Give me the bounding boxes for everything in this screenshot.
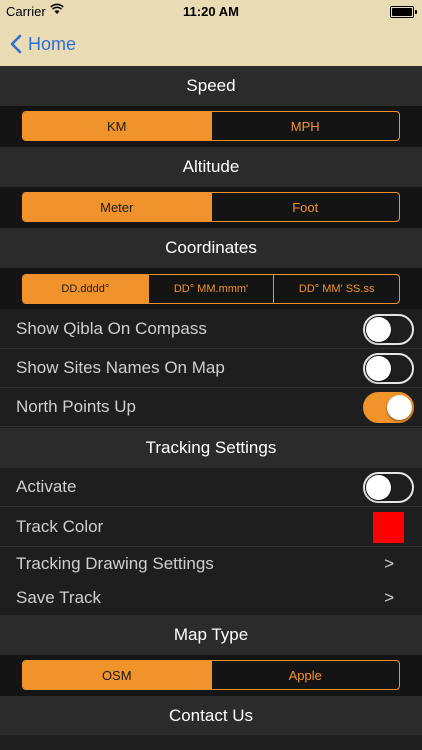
map-type-option-osm[interactable]: OSM (23, 661, 211, 689)
chevron-left-icon (10, 34, 22, 54)
save-track-row[interactable]: Save Track > (0, 580, 422, 615)
coordinates-option-degrees-minutes[interactable]: DD° MM.mmm' (147, 275, 274, 303)
toggle-knob (387, 395, 412, 420)
map-type-option-apple[interactable]: Apple (210, 661, 400, 689)
battery-icon (390, 6, 417, 18)
section-header-speed: Speed (0, 66, 422, 106)
activate-label: Activate (16, 477, 77, 496)
altitude-segmented-control: Meter Foot (22, 192, 400, 222)
contact-title: Contact Us (168, 706, 254, 725)
chevron-right-icon: > (384, 554, 394, 573)
show-qibla-toggle[interactable] (363, 314, 414, 345)
show-sites-names-toggle[interactable] (363, 353, 414, 384)
show-qibla-row: Show Qibla On Compass (0, 310, 422, 349)
chevron-right-icon: > (384, 587, 394, 607)
section-header-contact: Contact Us (0, 696, 422, 736)
navigation-bar: Home (0, 22, 422, 67)
tracking-drawing-settings-label: Tracking Drawing Settings (16, 554, 214, 573)
toggle-knob (366, 317, 391, 342)
back-button[interactable]: Home (10, 30, 76, 58)
speed-option-mph[interactable]: MPH (210, 112, 400, 140)
clock: 11:20 AM (183, 4, 239, 19)
speed-option-km[interactable]: KM (23, 112, 211, 140)
altitude-option-meter[interactable]: Meter (23, 193, 211, 221)
tracking-drawing-settings-row[interactable]: Tracking Drawing Settings > (0, 548, 422, 580)
track-color-swatch[interactable] (373, 512, 404, 543)
map-type-segmented-control: OSM Apple (22, 660, 400, 690)
tracking-title: Tracking Settings (145, 438, 277, 457)
map-type-row: OSM Apple (0, 655, 422, 696)
section-header-coordinates: Coordinates (0, 228, 422, 268)
coordinates-row: DD.dddd° DD° MM.mmm' DD° MM' SS.ss (0, 268, 422, 309)
north-points-up-toggle[interactable] (363, 392, 414, 423)
coordinates-title: Coordinates (165, 238, 257, 257)
altitude-row: Meter Foot (0, 187, 422, 228)
coordinates-segmented-control: DD.dddd° DD° MM.mmm' DD° MM' SS.ss (22, 274, 400, 304)
speed-title: Speed (186, 76, 236, 95)
track-color-row: Track Color (0, 508, 422, 547)
coordinates-option-degrees-minutes-seconds[interactable]: DD° MM' SS.ss (273, 275, 399, 303)
activate-row: Activate (0, 468, 422, 507)
section-header-altitude: Altitude (0, 147, 422, 187)
activate-toggle[interactable] (363, 472, 414, 503)
section-header-tracking: Tracking Settings (0, 428, 422, 468)
show-sites-names-label: Show Sites Names On Map (16, 358, 225, 377)
show-qibla-label: Show Qibla On Compass (16, 319, 207, 338)
speed-row: KM MPH (0, 106, 422, 147)
save-track-label: Save Track (16, 587, 102, 607)
toggle-knob (366, 475, 391, 500)
map-type-title: Map Type (173, 625, 249, 644)
show-sites-names-row: Show Sites Names On Map (0, 349, 422, 388)
north-points-up-row: North Points Up (0, 388, 422, 427)
speed-segmented-control: KM MPH (22, 111, 400, 141)
coordinates-option-decimal[interactable]: DD.dddd° (23, 275, 148, 303)
altitude-option-foot[interactable]: Foot (210, 193, 400, 221)
north-points-up-label: North Points Up (16, 397, 136, 416)
toggle-knob (366, 356, 391, 381)
contact-row-partial[interactable] (0, 735, 422, 750)
track-color-label: Track Color (16, 517, 104, 536)
status-bar: Carrier 11:20 AM (0, 0, 422, 22)
altitude-title: Altitude (182, 157, 240, 176)
section-header-map-type: Map Type (0, 615, 422, 655)
back-button-label: Home (28, 33, 77, 54)
